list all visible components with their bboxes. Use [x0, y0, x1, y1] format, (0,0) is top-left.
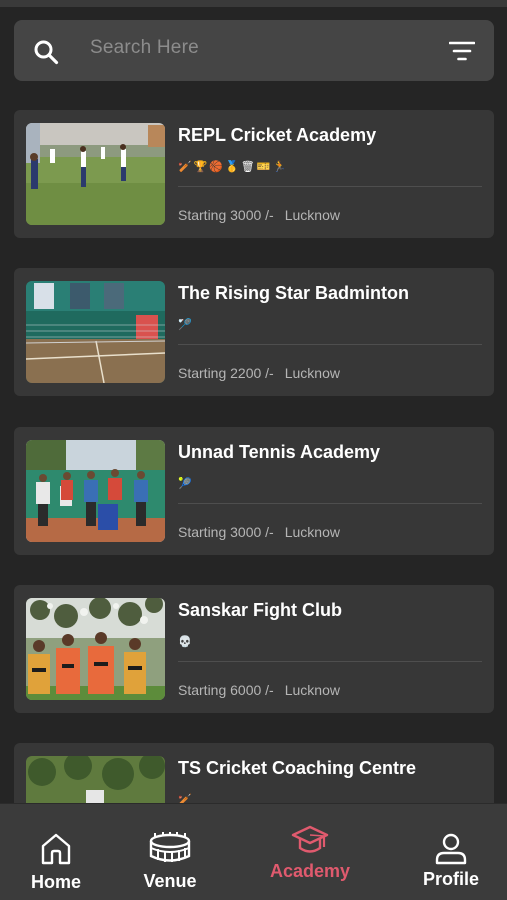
home-icon	[41, 833, 71, 865]
filter-icon[interactable]	[449, 40, 475, 62]
academy-photo	[26, 281, 165, 383]
nav-label-profile: Profile	[422, 869, 479, 889]
academy-meta: Starting 3000 /- Lucknow	[178, 207, 340, 223]
sport-icons: 🎾	[178, 478, 194, 490]
divider	[178, 344, 482, 345]
top-edge	[0, 0, 507, 7]
nav-item-academy[interactable]: Academy	[262, 804, 358, 900]
nav-item-home[interactable]: Home	[20, 804, 92, 900]
nav-item-venue[interactable]: Venue	[132, 804, 208, 900]
search-bar[interactable]: Search Here	[14, 20, 494, 81]
academy-list[interactable]: REPL Cricket Academy 🏏🏆🏀🥇🗑🎫🏃 Starting 30…	[14, 110, 494, 803]
academy-photo	[26, 756, 165, 803]
academy-photo	[26, 123, 165, 225]
academy-title: The Rising Star Badminton	[178, 283, 410, 303]
academy-card[interactable]: Unnad Tennis Academy 🎾 Starting 3000 /- L…	[14, 427, 494, 555]
academy-photo	[26, 440, 165, 542]
nav-label-venue: Venue	[143, 871, 197, 891]
user-icon	[435, 833, 467, 865]
academy-meta: Starting 2200 /- Lucknow	[178, 365, 340, 381]
sport-icons: 💀	[178, 636, 194, 648]
academy-price: Starting 3000 /-	[178, 524, 274, 540]
nav-label-academy: Academy	[269, 861, 351, 881]
academy-photo	[26, 598, 165, 700]
academy-card[interactable]: The Rising Star Badminton 🏸 Starting 220…	[14, 268, 494, 396]
bottom-nav: Home Venue Academy Profile	[0, 803, 507, 900]
sport-icons: 🏸	[178, 319, 194, 331]
academy-location: Lucknow	[284, 524, 340, 540]
academy-card[interactable]: Sanskar Fight Club 💀 Starting 6000 /- Luc…	[14, 585, 494, 713]
academy-title: REPL Cricket Academy	[178, 125, 377, 145]
academy-location: Lucknow	[284, 207, 340, 223]
stadium-icon	[149, 832, 191, 862]
divider	[178, 503, 482, 504]
academy-meta: Starting 3000 /- Lucknow	[178, 524, 340, 540]
nav-item-profile[interactable]: Profile	[414, 804, 488, 900]
divider	[178, 186, 482, 187]
academy-title: TS Cricket Coaching Centre	[178, 758, 417, 778]
divider	[178, 661, 482, 662]
academy-card[interactable]: REPL Cricket Academy 🏏🏆🏀🥇🗑🎫🏃 Starting 30…	[14, 110, 494, 238]
search-input[interactable]: Search Here	[90, 37, 199, 59]
search-icon[interactable]	[33, 39, 59, 65]
academy-location: Lucknow	[284, 365, 340, 381]
academy-price: Starting 2200 /-	[178, 365, 274, 381]
academy-location: Lucknow	[284, 682, 340, 698]
academy-price: Starting 6000 /-	[178, 682, 274, 698]
academy-card[interactable]: TS Cricket Coaching Centre 🏏	[14, 743, 494, 803]
nav-label-home: Home	[30, 872, 81, 892]
sport-icons: 🏏	[178, 794, 194, 803]
graduation-cap-icon	[291, 825, 329, 853]
academy-price: Starting 3000 /-	[178, 207, 274, 223]
academy-title: Sanskar Fight Club	[178, 600, 343, 620]
sport-icons: 🏏🏆🏀🥇🗑🎫🏃	[178, 161, 289, 173]
academy-title: Unnad Tennis Academy	[178, 442, 381, 462]
academy-meta: Starting 6000 /- Lucknow	[178, 682, 340, 698]
